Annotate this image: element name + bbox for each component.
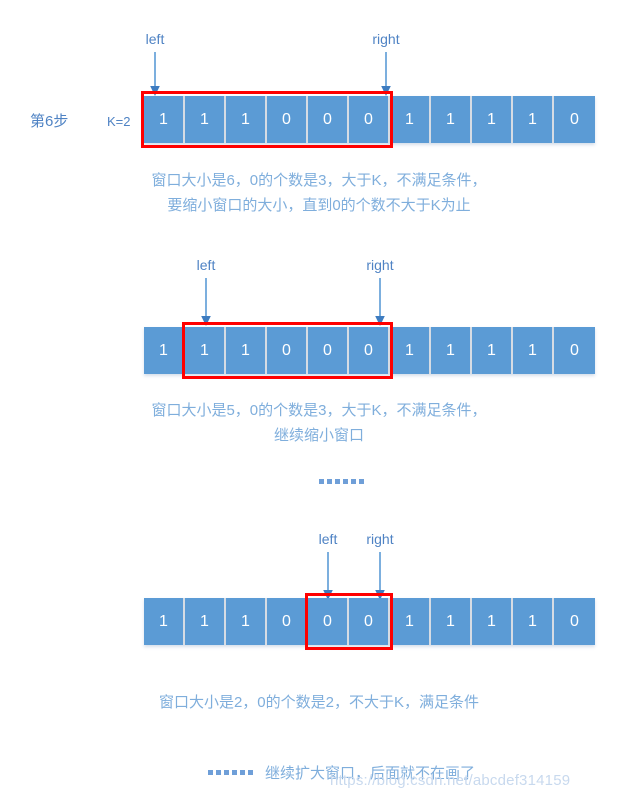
watermark: https://blog.csdn.net/abcdef314159	[330, 772, 571, 789]
array-row-2: 11100011110	[144, 327, 595, 374]
right-pointer-row-2: right	[360, 258, 400, 328]
array-cell: 1	[472, 598, 513, 645]
right-pointer-label-row-3: right	[366, 531, 394, 547]
left-pointer-label-row-1: left	[145, 31, 165, 47]
step-label: 第6步	[30, 113, 69, 130]
array-row-1: 11100011110	[144, 96, 595, 143]
array-cell: 1	[390, 598, 431, 645]
dot	[216, 770, 221, 775]
array-cell: 1	[185, 96, 226, 143]
array-cell: 1	[226, 598, 267, 645]
arrow-down-icon	[201, 278, 211, 326]
array-cell: 1	[390, 96, 431, 143]
array-cell: 1	[185, 598, 226, 645]
dot	[232, 770, 237, 775]
dot	[319, 479, 324, 484]
array-cell: 0	[267, 598, 308, 645]
array-cell: 0	[349, 598, 390, 645]
diagram-canvas: 第6步 K=2 left right 11100011110 窗口大小是6，0的…	[0, 0, 638, 799]
array-cell: 1	[431, 327, 472, 374]
array-cell: 0	[554, 327, 595, 374]
left-pointer-label-row-3: left	[318, 531, 338, 547]
left-pointer-row-1: left	[135, 32, 175, 98]
left-pointer-row-2: left	[186, 258, 226, 328]
dot	[327, 479, 332, 484]
caption-row-1: 窗口大小是6，0的个数是3，大于K，不满足条件， 要缩小窗口的大小，直到0的个数…	[138, 168, 500, 218]
array-cell: 0	[308, 327, 349, 374]
dot	[224, 770, 229, 775]
array-cell: 0	[349, 327, 390, 374]
right-pointer-row-1: right	[366, 32, 406, 98]
array-cell: 0	[349, 96, 390, 143]
dot	[208, 770, 213, 775]
array-cell: 1	[431, 96, 472, 143]
arrow-down-icon	[375, 278, 385, 326]
arrow-down-icon	[375, 552, 385, 600]
ellipsis-bottom	[208, 770, 253, 775]
caption-row-3: 窗口大小是2，0的个数是2，不大于K，满足条件	[138, 690, 500, 715]
array-cell: 1	[144, 327, 185, 374]
array-cell: 0	[267, 96, 308, 143]
right-pointer-label-row-1: right	[372, 31, 400, 47]
array-cell: 1	[513, 598, 554, 645]
array-row-3: 11100011110	[144, 598, 595, 645]
array-cell: 1	[472, 327, 513, 374]
dot	[359, 479, 364, 484]
array-cell: 1	[472, 96, 513, 143]
array-cell: 1	[185, 327, 226, 374]
array-cell: 1	[431, 598, 472, 645]
array-cell: 0	[308, 598, 349, 645]
array-cell: 1	[226, 96, 267, 143]
array-cell: 0	[554, 598, 595, 645]
caption-line: 窗口大小是6，0的个数是3，大于K，不满足条件，	[151, 172, 487, 189]
arrow-down-icon	[150, 52, 160, 96]
arrow-down-icon	[381, 52, 391, 96]
dot	[351, 479, 356, 484]
right-pointer-label-row-2: right	[366, 257, 394, 273]
k-value-label: K=2	[107, 114, 131, 129]
caption-line: 窗口大小是2，0的个数是2，不大于K，满足条件	[158, 694, 480, 711]
right-pointer-row-3: right	[360, 532, 400, 602]
array-cell: 1	[144, 598, 185, 645]
left-pointer-label-row-2: left	[196, 257, 216, 273]
array-cell: 1	[390, 327, 431, 374]
caption-line: 继续缩小窗口	[273, 427, 364, 444]
dot	[335, 479, 340, 484]
arrow-down-icon	[323, 552, 333, 600]
array-cell: 0	[267, 327, 308, 374]
array-cell: 0	[308, 96, 349, 143]
array-cell: 0	[554, 96, 595, 143]
dot	[343, 479, 348, 484]
array-cell: 1	[226, 327, 267, 374]
array-cell: 1	[513, 96, 554, 143]
left-pointer-row-3: left	[308, 532, 348, 602]
caption-line: 要缩小窗口的大小，直到0的个数不大于K为止	[167, 197, 471, 214]
array-cell: 1	[513, 327, 554, 374]
caption-line: 窗口大小是5，0的个数是3，大于K，不满足条件，	[151, 402, 487, 419]
dot	[240, 770, 245, 775]
ellipsis-middle	[319, 479, 364, 484]
caption-row-2: 窗口大小是5，0的个数是3，大于K，不满足条件， 继续缩小窗口	[138, 398, 500, 448]
dot	[248, 770, 253, 775]
array-cell: 1	[144, 96, 185, 143]
